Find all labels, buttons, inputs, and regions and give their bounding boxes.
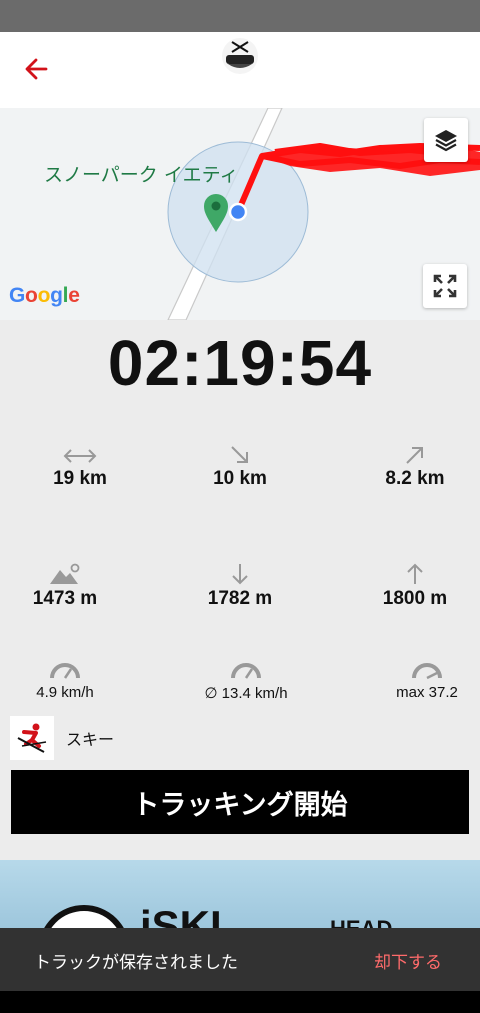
back-button[interactable] xyxy=(18,52,58,88)
start-tracking-button[interactable]: トラッキング開始 xyxy=(11,770,469,834)
snackbar-dismiss-button[interactable]: 却下する xyxy=(374,948,442,973)
speedometer-max-icon xyxy=(412,663,442,680)
stat-ascent-vertical-value: 1800 m xyxy=(382,588,448,609)
stat-max-speed: max 37.2 xyxy=(347,652,480,701)
banner-logo-circle xyxy=(38,905,130,930)
activity-selector[interactable]: スキー xyxy=(10,716,114,760)
activity-label: スキー xyxy=(66,730,115,749)
stat-distance-value: 19 km xyxy=(53,468,107,489)
speedometer-icon xyxy=(50,663,80,679)
google-attribution: Google xyxy=(9,284,80,307)
map-place-label: スノーパーク イエティ xyxy=(44,164,239,186)
ad-banner[interactable]: iSKI HEAD xyxy=(0,860,480,930)
elapsed-timer: 02:19:54 xyxy=(107,327,373,399)
app-header xyxy=(0,32,480,108)
arrow-down-right-icon xyxy=(231,446,248,463)
status-bar xyxy=(0,0,480,32)
map-view[interactable]: スノーパーク イエティ Google xyxy=(0,108,480,320)
mountain-pin-icon xyxy=(50,563,80,584)
app-logo xyxy=(220,36,260,76)
layers-icon xyxy=(435,130,457,152)
speedometer-icon xyxy=(231,663,261,679)
skier-icon xyxy=(10,716,54,760)
stat-ascent-distance-value: 8.2 km xyxy=(385,468,445,489)
stat-descent-distance-value: 10 km xyxy=(213,468,267,489)
banner-brand-text: iSKI xyxy=(140,902,222,930)
stat-descent-distance: 10 km xyxy=(160,438,320,490)
stat-speed: 4.9 km/h xyxy=(0,652,145,701)
stat-avg-speed: ∅ 13.4 km/h xyxy=(166,652,326,702)
stat-ascent-vertical: 1800 m xyxy=(335,558,480,610)
snackbar-message: トラックが保存されました xyxy=(34,953,238,973)
stat-descent-vertical-value: 1782 m xyxy=(207,588,273,609)
arrow-down-icon xyxy=(232,564,248,585)
arrow-up-icon xyxy=(407,563,423,584)
stat-altitude: 1473 m xyxy=(0,558,145,610)
snackbar: トラックが保存されました 却下する xyxy=(0,928,480,991)
system-navigation-bar xyxy=(0,991,480,1013)
stat-avg-speed-value: ∅ 13.4 km/h xyxy=(204,685,288,702)
stat-descent-vertical: 1782 m xyxy=(160,558,320,610)
stat-max-speed-value: max 37.2 xyxy=(396,684,458,701)
map-layers-button[interactable] xyxy=(424,118,468,162)
stat-speed-value: 4.9 km/h xyxy=(36,684,94,701)
arrow-up-right-icon xyxy=(406,447,423,464)
stat-ascent-distance: 8.2 km xyxy=(335,438,480,490)
stat-altitude-value: 1473 m xyxy=(32,588,98,609)
stat-distance: 19 km xyxy=(0,438,160,490)
expand-icon xyxy=(433,274,457,298)
horizontal-arrows-icon xyxy=(63,449,97,463)
arrow-left-icon xyxy=(25,58,48,80)
map-expand-button[interactable] xyxy=(423,264,467,308)
